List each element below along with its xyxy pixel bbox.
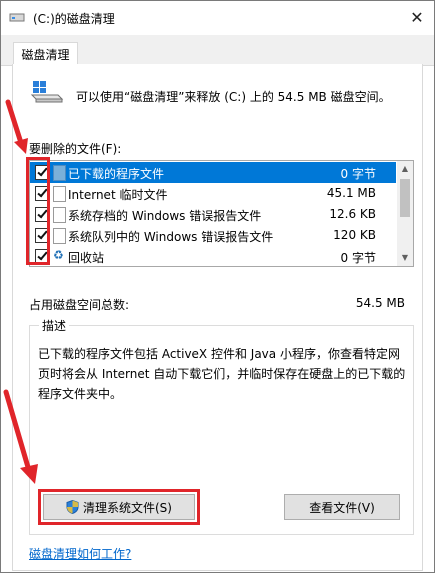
window-title: (C:)的磁盘清理 bbox=[33, 12, 115, 26]
file-size: 0 字节 bbox=[340, 167, 376, 181]
list-item[interactable]: ♻ 回收站 0 字节 bbox=[30, 246, 396, 266]
description-text: 已下载的程序文件包括 ActiveX 控件和 Java 小程序，你查看特定网页时… bbox=[38, 347, 406, 401]
button-highlight-box bbox=[38, 489, 200, 525]
description-title: 描述 bbox=[39, 317, 70, 334]
close-icon[interactable]: ✕ bbox=[406, 7, 428, 29]
list-scrollbar[interactable]: ▲ ▼ bbox=[397, 161, 413, 266]
scroll-up-icon[interactable]: ▲ bbox=[397, 161, 413, 177]
file-size: 12.6 KB bbox=[329, 207, 376, 221]
list-item[interactable]: 系统存档的 Windows 错误报告文件 12.6 KB bbox=[30, 204, 396, 225]
file-name: Internet 临时文件 bbox=[68, 188, 168, 202]
checkbox-highlight-box bbox=[26, 157, 50, 265]
file-icon bbox=[53, 186, 66, 202]
total-space-value: 54.5 MB bbox=[355, 296, 405, 310]
scroll-thumb[interactable] bbox=[400, 179, 410, 217]
drive-icon bbox=[30, 81, 64, 103]
title-bar: (C:)的磁盘清理 ✕ bbox=[1, 1, 434, 35]
list-item[interactable]: 已下载的程序文件 0 字节 bbox=[30, 162, 396, 183]
drive-title-icon bbox=[9, 13, 25, 22]
files-to-delete-label: 要删除的文件(F): bbox=[29, 142, 122, 156]
summary-text: 可以使用“磁盘清理”来释放 (C:) 上的 54.5 MB 磁盘空间。 bbox=[76, 90, 391, 104]
red-arrow-icon bbox=[3, 389, 38, 484]
file-name: 已下载的程序文件 bbox=[68, 167, 165, 181]
file-icon bbox=[53, 228, 66, 244]
file-name: 回收站 bbox=[68, 251, 105, 265]
files-list[interactable]: 已下载的程序文件 0 字节 Internet 临时文件 45.1 MB 系统存档… bbox=[29, 160, 414, 267]
file-size: 0 字节 bbox=[340, 251, 376, 265]
red-arrow-icon bbox=[5, 99, 28, 154]
file-size: 120 KB bbox=[333, 228, 376, 242]
help-link[interactable]: 磁盘清理如何工作? bbox=[29, 545, 131, 562]
list-item[interactable]: 系统队列中的 Windows 错误报告文件 120 KB bbox=[30, 225, 396, 246]
file-name: 系统存档的 Windows 错误报告文件 bbox=[68, 209, 262, 223]
list-item[interactable]: Internet 临时文件 45.1 MB bbox=[30, 183, 396, 204]
file-icon bbox=[53, 207, 66, 223]
recycle-bin-icon: ♻ bbox=[53, 248, 64, 262]
total-space-label: 占用磁盘空间总数: bbox=[29, 298, 130, 312]
file-size: 45.1 MB bbox=[326, 186, 376, 200]
folder-icon bbox=[53, 165, 66, 181]
file-name: 系统队列中的 Windows 错误报告文件 bbox=[68, 230, 274, 244]
view-files-button[interactable]: 查看文件(V) bbox=[284, 494, 400, 520]
scroll-down-icon[interactable]: ▼ bbox=[397, 250, 413, 266]
